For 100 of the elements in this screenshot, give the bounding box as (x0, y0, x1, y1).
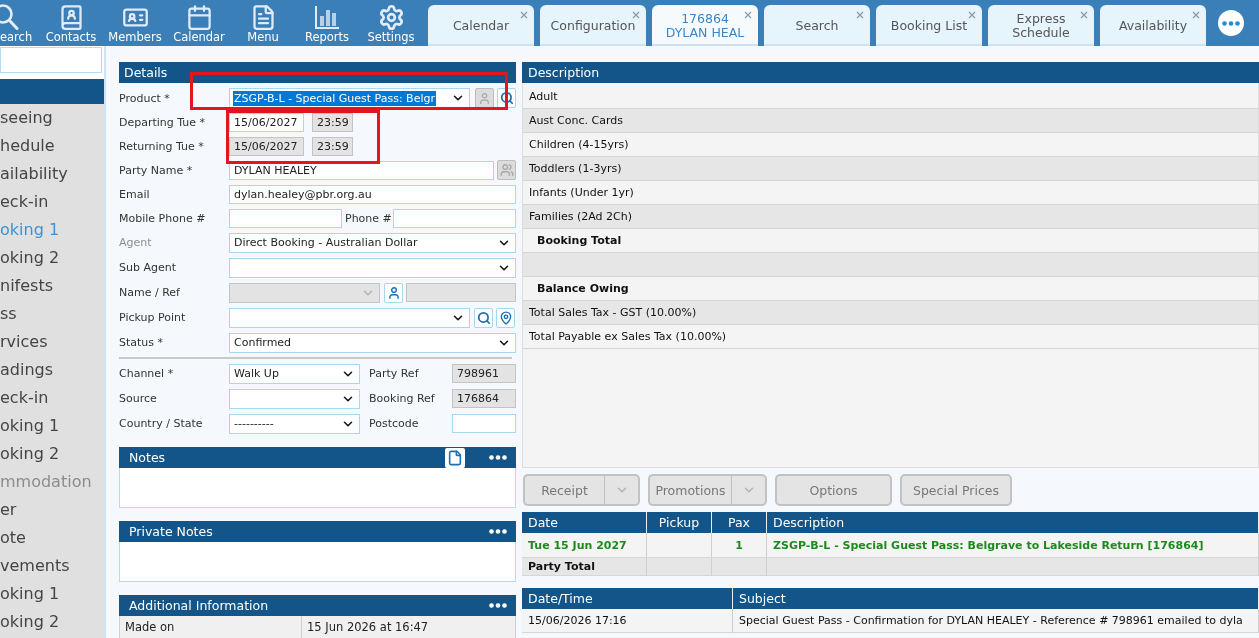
table-cell: Families (2Ad 2Ch) (523, 205, 1258, 229)
sidebar-item[interactable]: nifests (0, 272, 104, 300)
field-label: Email (119, 187, 151, 201)
input-field[interactable] (452, 414, 516, 433)
settings-icon (377, 4, 405, 31)
sidebar-item[interactable]: eck-in (0, 384, 104, 412)
sidebar-item[interactable]: oking 2 (0, 608, 104, 636)
person-button[interactable] (384, 282, 403, 303)
sidebar-item[interactable]: vements (0, 552, 104, 580)
group-button[interactable] (497, 160, 516, 180)
toolbar-button[interactable]: earch (0, 0, 39, 46)
toolbar-button[interactable]: Members (103, 0, 167, 46)
product-dropdown[interactable]: ZSGP-B-L - Special Guest Pass: Belgr (229, 88, 470, 108)
action-button[interactable]: Receipt (523, 474, 604, 506)
table-cell: 15/06/2026 17:16 (522, 609, 733, 633)
dropdown[interactable] (229, 388, 360, 409)
more-icon (489, 529, 507, 534)
text-field[interactable]: dylan.healey@pbr.org.au (229, 184, 516, 204)
toolbar-button[interactable]: Contacts (39, 0, 103, 46)
close-icon[interactable] (856, 11, 864, 19)
sidebar-item[interactable]: ote (0, 524, 104, 552)
toolbar-button[interactable]: Settings (359, 0, 423, 46)
input-field[interactable] (393, 208, 516, 228)
tab[interactable]: Search (764, 5, 870, 46)
column-header: Date/Time (522, 588, 733, 609)
field-label: Party Ref (368, 367, 420, 380)
close-icon[interactable] (968, 11, 976, 19)
dropdown-button[interactable] (731, 474, 767, 506)
close-icon[interactable] (632, 11, 640, 19)
tab[interactable]: Booking List (876, 5, 982, 46)
dropdown[interactable]: ---------- (229, 413, 360, 434)
sidebar-item[interactable]: rvices (0, 328, 104, 356)
search-icon (499, 91, 514, 105)
tab[interactable]: Availability (1100, 5, 1206, 46)
tab[interactable]: Calendar (428, 5, 534, 46)
sidebar-item[interactable]: adings (0, 356, 104, 384)
tab[interactable]: Express Schedule (988, 5, 1094, 46)
field-label: Pickup Point (119, 311, 187, 324)
action-button[interactable]: Special Prices (900, 474, 1012, 506)
action-button[interactable]: Promotions (648, 474, 731, 506)
dropdown-button[interactable] (604, 474, 640, 506)
panel-title: Private Notes (129, 524, 213, 539)
close-icon[interactable] (520, 11, 528, 19)
toolbar-button[interactable]: Reports (295, 0, 359, 46)
table-cell: Made on (120, 616, 302, 638)
sidebar-item[interactable]: oking 2 (0, 440, 104, 468)
tab[interactable]: Configuration (540, 5, 646, 46)
input-field[interactable]: 798961 (452, 364, 516, 383)
more-button[interactable] (1218, 10, 1244, 36)
toolbar-button[interactable]: Menu (231, 0, 295, 46)
more-icon (489, 455, 507, 460)
action-button[interactable]: Options (775, 474, 892, 506)
file-icon (447, 449, 463, 466)
field-label: Agent (119, 236, 153, 249)
sidebar-item[interactable]: oking 2 (0, 244, 104, 272)
sidebar-item[interactable]: ss (0, 300, 104, 328)
sidebar-item[interactable]: er (0, 496, 104, 524)
search-icon (0, 4, 20, 30)
search-field[interactable] (0, 47, 102, 73)
input-field[interactable] (229, 208, 342, 228)
tab[interactable]: 176864 DYLAN HEAL (652, 5, 758, 46)
table-cell: Party Total (522, 558, 647, 576)
table-cell: Aust Conc. Cards (523, 109, 1258, 133)
input-field[interactable] (406, 283, 516, 302)
field-label: Name / Ref (119, 286, 181, 299)
notes-field[interactable] (119, 468, 516, 508)
map-pin-icon (498, 310, 513, 325)
dropdown[interactable]: Confirmed (229, 332, 516, 353)
close-icon[interactable] (744, 11, 752, 19)
close-icon[interactable] (1080, 11, 1088, 19)
close-icon[interactable] (1192, 11, 1200, 19)
table-cell (647, 533, 712, 558)
sidebar-item[interactable]: eck-in (0, 188, 104, 216)
new-note-button[interactable] (445, 447, 465, 468)
calendar-icon (185, 4, 213, 31)
sidebar-item[interactable]: oking 1 (0, 412, 104, 440)
field-label: Departing Tue * (119, 115, 207, 129)
search-button[interactable] (474, 307, 493, 328)
sidebar-item[interactable]: hedule (0, 132, 104, 160)
bar-chart-icon (314, 4, 340, 30)
field-label: Booking Ref (368, 392, 436, 405)
people-icon (499, 163, 514, 177)
sidebar-item[interactable]: seeing (0, 104, 104, 132)
dropdown[interactable]: Walk Up (229, 363, 360, 384)
toolbar-button[interactable]: Calendar (167, 0, 231, 46)
table-cell (647, 558, 712, 576)
field-label: Country / State (119, 417, 204, 430)
person-icon (386, 285, 401, 300)
text-field[interactable]: DYLAN HEALEY (229, 160, 494, 180)
column-header: Pax (712, 512, 767, 533)
more-icon (489, 603, 507, 608)
map-pin-button[interactable] (496, 307, 515, 328)
notes-field[interactable] (119, 542, 516, 582)
input-field[interactable]: 176864 (452, 389, 516, 408)
field-label: Channel * (119, 367, 175, 380)
table-cell: Toddlers (1-3yrs) (523, 157, 1258, 181)
sidebar-item[interactable]: ailability (0, 160, 104, 188)
field-label: Product * (119, 91, 171, 105)
sidebar-item[interactable]: oking 1 (0, 580, 104, 608)
person-button[interactable] (475, 88, 494, 108)
